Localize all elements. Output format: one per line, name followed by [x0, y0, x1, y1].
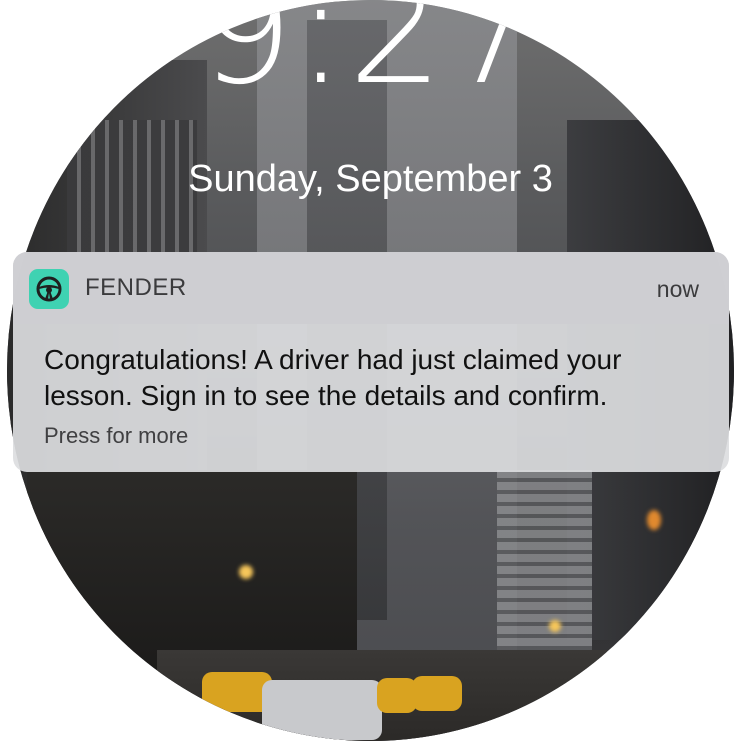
notification-press-hint: Press for more	[44, 423, 189, 448]
notification-banner[interactable]: FENDER now Congratulations! A driver had…	[13, 252, 729, 472]
wallpaper-taxi	[412, 676, 462, 711]
wallpaper-light	[549, 620, 561, 632]
notification-app-name: FENDER	[85, 274, 187, 301]
wallpaper-building	[497, 470, 592, 670]
lockscreen-date: Sunday, September 3	[188, 158, 553, 200]
notification-timestamp: now	[656, 276, 699, 302]
wallpaper-taxi	[377, 678, 417, 713]
notification-message: Congratulations! A driver had just claim…	[44, 344, 622, 411]
notification-header: FENDER now	[13, 252, 729, 324]
wallpaper-car	[262, 680, 382, 740]
screenshot-stage: 9:27 Sunday, September 3 FENDER now Cong…	[0, 0, 741, 741]
lockscreen-time: 9:27	[198, 0, 543, 118]
wallpaper-light	[239, 565, 253, 579]
steering-wheel-icon	[29, 269, 69, 309]
wallpaper-light	[647, 510, 661, 530]
